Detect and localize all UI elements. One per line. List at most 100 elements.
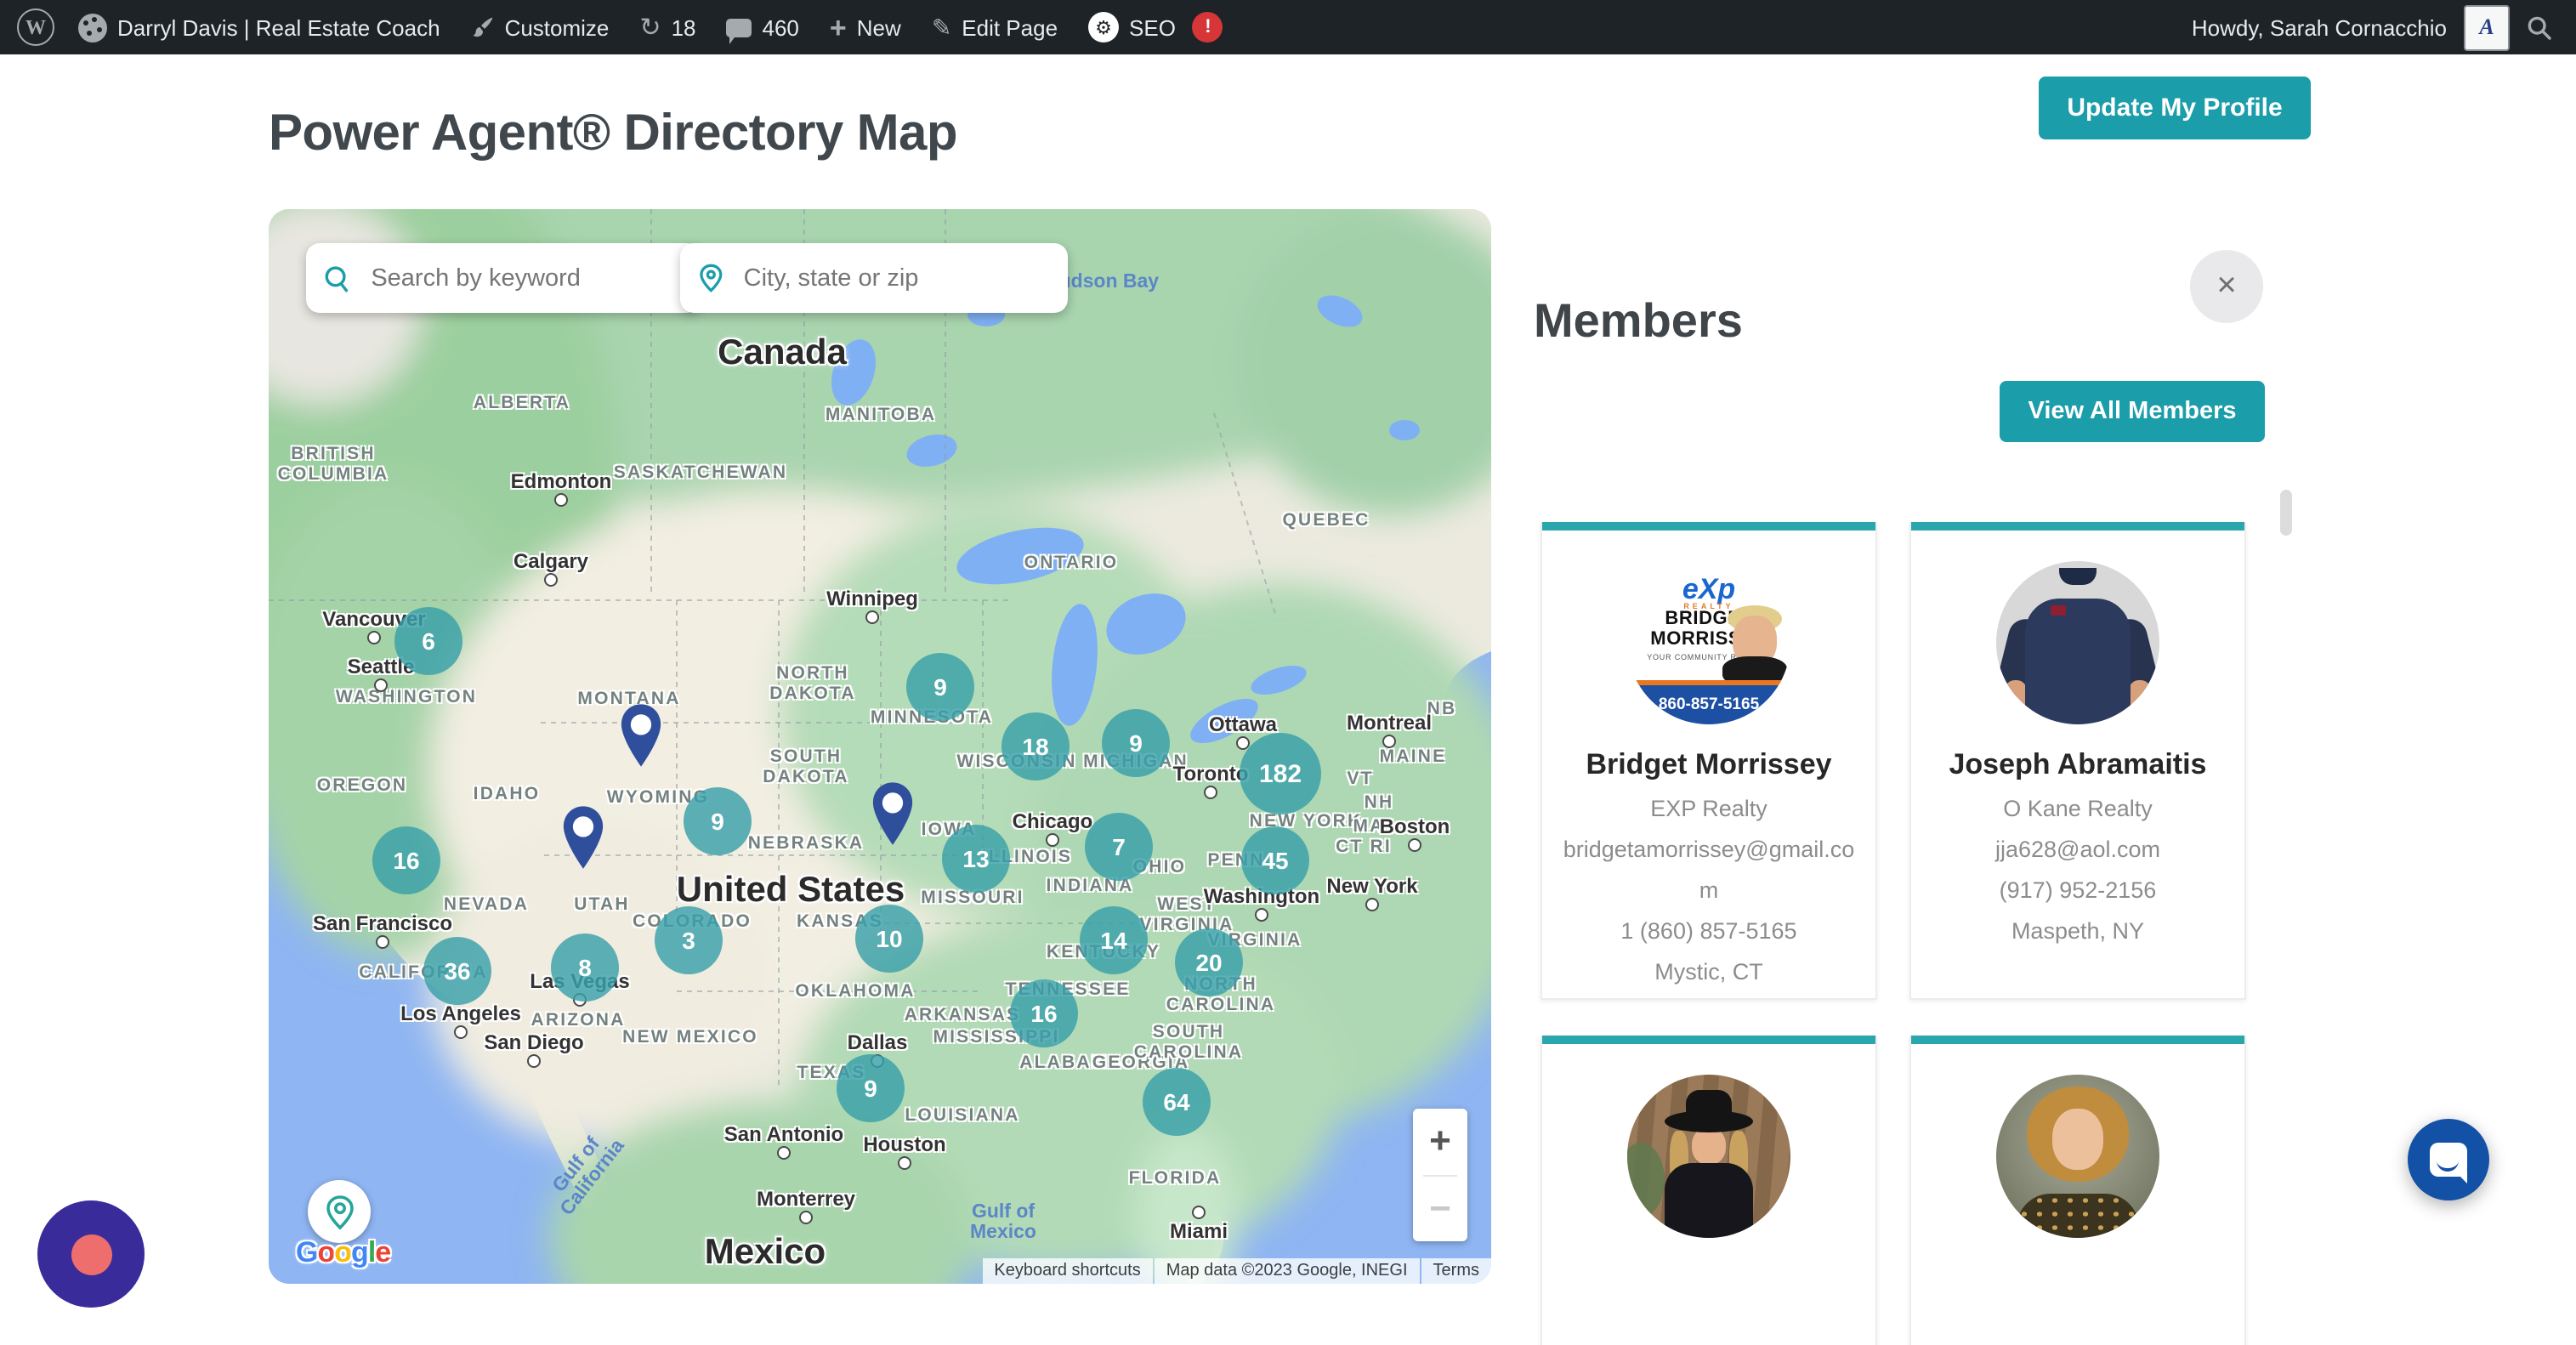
update-profile-button[interactable]: Update My Profile — [2039, 77, 2311, 139]
map-cluster-marker[interactable]: 36 — [423, 937, 491, 1005]
city-dot-icon — [1365, 898, 1379, 911]
comments-count: 460 — [763, 14, 799, 40]
city-dot-icon — [544, 573, 558, 587]
map-cluster-marker[interactable]: 182 — [1240, 733, 1321, 814]
city-dot-icon — [1192, 1206, 1206, 1219]
map-cluster-marker[interactable]: 14 — [1080, 906, 1148, 974]
member-card[interactable] — [1909, 1036, 2246, 1345]
terms-link[interactable]: Terms — [1421, 1258, 1491, 1284]
admin-bar-right: Howdy, Sarah Cornacchio A — [2192, 4, 2576, 50]
city-dot-icon — [799, 1211, 813, 1224]
keyboard-shortcuts-link[interactable]: Keyboard shortcuts — [982, 1258, 1152, 1284]
chat-launcher-button[interactable] — [2408, 1119, 2489, 1200]
city-dot-icon — [554, 493, 568, 507]
map-pin-marker[interactable] — [618, 702, 664, 777]
member-cards-grid: eXpREALTYBRIDGETMORRISSEYYOUR COMMUNITY … — [1540, 522, 2289, 1345]
member-card[interactable] — [1540, 1036, 1877, 1345]
keyword-search-icon — [323, 261, 352, 295]
city-dot-icon — [374, 678, 388, 692]
location-pin-icon — [322, 1193, 356, 1230]
map-cluster-marker[interactable]: 6 — [394, 607, 462, 675]
map-cluster-marker[interactable]: 10 — [855, 905, 923, 973]
map-cluster-marker[interactable]: 3 — [655, 906, 723, 974]
edit-page-label: Edit Page — [962, 14, 1058, 40]
map-cluster-marker[interactable]: 8 — [551, 934, 619, 1002]
map-cluster-marker[interactable]: 45 — [1241, 826, 1309, 894]
google-logo-letter: l — [368, 1236, 375, 1268]
edit-page-menu[interactable]: ✎ Edit Page — [932, 13, 1058, 42]
map-attribution: Keyboard shortcuts Map data ©2023 Google… — [982, 1258, 1491, 1284]
zoom-in-button[interactable]: + — [1413, 1109, 1467, 1174]
wordpress-logo-icon[interactable]: W — [17, 9, 54, 46]
location-search-input[interactable] — [740, 263, 1051, 293]
city-dot-icon — [1382, 735, 1396, 748]
zoom-out-button[interactable]: − — [1413, 1176, 1467, 1241]
avatar-phone-band: 860-857-5165 — [1627, 680, 1790, 724]
city-dot-icon — [898, 1156, 911, 1170]
member-location: Maspeth, NY — [1930, 911, 2226, 952]
site-menu[interactable]: Darryl Davis | Real Estate Coach — [78, 13, 440, 42]
card-accent-bar — [1542, 1036, 1875, 1044]
map-cluster-marker[interactable]: 18 — [1001, 712, 1070, 780]
member-name: Joseph Abramaitis — [1949, 748, 2207, 782]
member-card[interactable]: eXpREALTYBRIDGETMORRISSEYYOUR COMMUNITY … — [1540, 522, 1877, 1000]
member-name: Bridget Morrissey — [1586, 748, 1831, 782]
keyword-search-input[interactable] — [367, 263, 684, 293]
city-dot-icon — [376, 935, 389, 949]
member-email: jja628@aol.com — [1930, 830, 2226, 871]
map-cluster-marker[interactable]: 20 — [1175, 928, 1243, 996]
exp-logo-text: eXp — [1627, 576, 1790, 602]
record-dot-icon — [71, 1234, 111, 1274]
plus-icon: + — [830, 13, 847, 42]
seo-plugin-icon: ⚙ — [1088, 12, 1119, 43]
map-cluster-marker[interactable]: 9 — [684, 787, 752, 855]
recorder-widget-button[interactable] — [37, 1200, 145, 1308]
pin-icon — [618, 702, 664, 769]
new-label: New — [857, 14, 901, 40]
chat-bubble-icon — [2430, 1143, 2467, 1177]
page-root: W Darryl Davis | Real Estate Coach Custo… — [0, 0, 2576, 1345]
comments-menu[interactable]: 460 — [727, 14, 799, 40]
map-cluster-marker[interactable]: 13 — [942, 825, 1010, 893]
city-dot-icon — [865, 610, 879, 624]
close-panel-button[interactable]: × — [2190, 250, 2263, 323]
howdy-account-menu[interactable]: Howdy, Sarah Cornacchio — [2192, 14, 2447, 40]
updates-menu[interactable]: ↻ 18 — [639, 14, 695, 40]
members-panel-title: Members — [1534, 294, 1743, 349]
map-cluster-marker[interactable]: 16 — [372, 826, 440, 894]
map-cluster-marker[interactable]: 9 — [837, 1054, 905, 1122]
directory-map-canvas[interactable]: CanadaUnited StatesMexicoBRITISH COLUMBI… — [269, 209, 1491, 1284]
search-icon[interactable] — [2527, 14, 2552, 40]
city-dot-icon — [527, 1054, 541, 1068]
map-cluster-marker[interactable]: 64 — [1143, 1068, 1211, 1136]
location-pin-icon — [697, 260, 725, 296]
site-favicon-icon — [78, 13, 107, 42]
city-dot-icon — [1204, 786, 1217, 799]
google-logo[interactable]: Google — [296, 1236, 390, 1270]
user-avatar[interactable]: A — [2464, 4, 2510, 50]
map-cluster-marker[interactable]: 9 — [1102, 709, 1170, 777]
member-location: Mystic, CT — [1561, 952, 1857, 993]
card-accent-bar — [1542, 522, 1875, 531]
view-all-members-button[interactable]: View All Members — [2000, 381, 2265, 442]
new-content-menu[interactable]: + New — [830, 13, 901, 42]
updates-icon: ↻ — [639, 14, 661, 40]
site-name: Darryl Davis | Real Estate Coach — [117, 14, 440, 40]
close-icon: × — [2216, 267, 2236, 306]
my-location-button[interactable] — [308, 1180, 371, 1243]
member-card[interactable]: Joseph AbramaitisO Kane Realtyjja628@aol… — [1909, 522, 2246, 1000]
customize-menu[interactable]: Customize — [471, 14, 610, 40]
seo-menu[interactable]: ⚙ SEO ! — [1088, 12, 1223, 43]
card-accent-bar — [1911, 1036, 2244, 1044]
map-pin-marker[interactable] — [560, 804, 606, 879]
location-searchbox — [680, 243, 1068, 313]
map-pin-marker[interactable] — [870, 780, 916, 855]
map-cluster-marker[interactable]: 9 — [906, 653, 974, 721]
google-logo-letter: g — [351, 1236, 368, 1268]
pin-icon — [560, 804, 606, 871]
map-cluster-marker[interactable]: 7 — [1085, 813, 1153, 881]
google-logo-letter: e — [375, 1236, 390, 1268]
admin-bar-left: W Darryl Davis | Real Estate Coach Custo… — [0, 9, 1254, 46]
city-dot-icon — [1046, 833, 1059, 847]
map-cluster-marker[interactable]: 16 — [1010, 979, 1078, 1047]
